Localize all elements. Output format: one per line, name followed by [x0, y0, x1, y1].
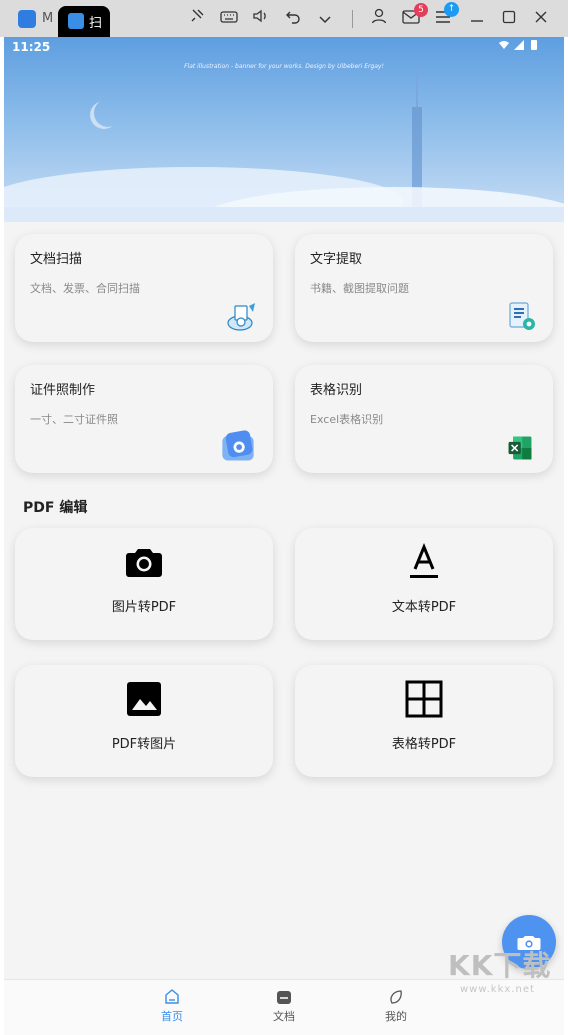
feature-card-id-photo[interactable]: 证件照制作 一寸、二寸证件照: [15, 365, 273, 473]
active-window-tab[interactable]: 扫: [58, 6, 110, 37]
nav-label: 文档: [273, 1010, 295, 1023]
moon-decoration: [94, 99, 122, 127]
scanner-icon: [227, 303, 255, 331]
feature-card-table-recognition[interactable]: 表格识别 Excel表格识别: [295, 365, 553, 473]
grid-icon: [405, 680, 443, 718]
card-title: 文档扫描: [30, 252, 83, 267]
tool-text-to-pdf[interactable]: 文本转PDF: [295, 528, 553, 640]
card-title: 表格识别: [310, 383, 363, 398]
card-title: 证件照制作: [30, 383, 96, 398]
pdf-section-title: PDF 编辑: [23, 500, 88, 516]
banner-fade: [4, 207, 564, 222]
tool-label: PDF转图片: [111, 737, 177, 752]
pin-icon[interactable]: [186, 8, 208, 30]
document-icon: [277, 991, 291, 1004]
watermark-text: KK下载: [448, 949, 552, 982]
feature-card-document-scan[interactable]: 文档扫描 文档、发票、合同扫描: [15, 234, 273, 342]
mail-icon[interactable]: 5: [400, 3, 428, 30]
card-subtitle: 文档、发票、合同扫描: [30, 282, 140, 295]
card-title: 文字提取: [310, 252, 363, 267]
toolbar-divider: [352, 10, 353, 28]
nav-label: 我的: [385, 1010, 407, 1023]
user-icon[interactable]: [368, 8, 390, 30]
tool-image-to-pdf[interactable]: 图片转PDF: [15, 528, 273, 640]
watermark-url: www.kkx.net: [460, 984, 535, 995]
card-subtitle: 书籍、截图提取问题: [310, 282, 409, 295]
app-title: M: [42, 11, 54, 26]
status-time: 11:25: [12, 40, 51, 54]
app-logo-icon[interactable]: [18, 10, 36, 28]
nav-item-documents[interactable]: 文档: [254, 988, 314, 1024]
menu-icon[interactable]: ↑: [432, 2, 459, 30]
keyboard-icon[interactable]: [218, 8, 240, 30]
tool-label: 表格转PDF: [391, 737, 457, 752]
excel-icon: [508, 436, 532, 460]
nav-item-home[interactable]: 首页: [142, 988, 202, 1024]
close-icon[interactable]: [530, 8, 552, 30]
tool-label: 图片转PDF: [111, 600, 177, 615]
banner-credit: Flat illustration - banner for your work…: [184, 63, 384, 70]
chevron-down-icon[interactable]: [314, 8, 336, 30]
window-titlebar: M 扫 5 ↑: [0, 0, 568, 37]
card-subtitle: Excel表格识别: [310, 413, 384, 426]
status-bar: 11:25: [4, 37, 564, 57]
tab-title: 扫: [89, 16, 103, 31]
minimize-icon[interactable]: [466, 8, 488, 30]
undo-icon[interactable]: [282, 8, 304, 30]
feature-card-text-extract[interactable]: 文字提取 书籍、截图提取问题: [295, 234, 553, 342]
card-subtitle: 一寸、二寸证件照: [30, 413, 118, 426]
tool-table-to-pdf[interactable]: 表格转PDF: [295, 665, 553, 777]
volume-icon[interactable]: [250, 8, 272, 30]
home-icon: [165, 989, 179, 1004]
banner-image[interactable]: Flat illustration - banner for your work…: [4, 37, 564, 222]
scanner-app-icon: [68, 13, 84, 29]
maximize-icon[interactable]: [498, 8, 520, 30]
update-badge: ↑: [444, 2, 459, 17]
text-format-icon: [410, 543, 438, 578]
watermark-logo: KK下载 www.kkx.net: [448, 944, 560, 998]
signal-battery-icons: [498, 39, 542, 54]
tower-spire-decoration: [416, 72, 418, 112]
nav-item-profile[interactable]: 我的: [366, 988, 426, 1024]
camera-card-icon: [222, 430, 254, 461]
nav-label: 首页: [161, 1010, 183, 1023]
camera-icon: [126, 549, 162, 577]
tool-pdf-to-image[interactable]: PDF转图片: [15, 665, 273, 777]
image-icon: [127, 682, 161, 716]
profile-icon: [390, 990, 402, 1004]
mail-badge: 5: [414, 3, 428, 17]
text-extract-icon: [509, 302, 535, 330]
tool-label: 文本转PDF: [391, 600, 457, 615]
phone-screen: Flat illustration - banner for your work…: [4, 37, 564, 1035]
